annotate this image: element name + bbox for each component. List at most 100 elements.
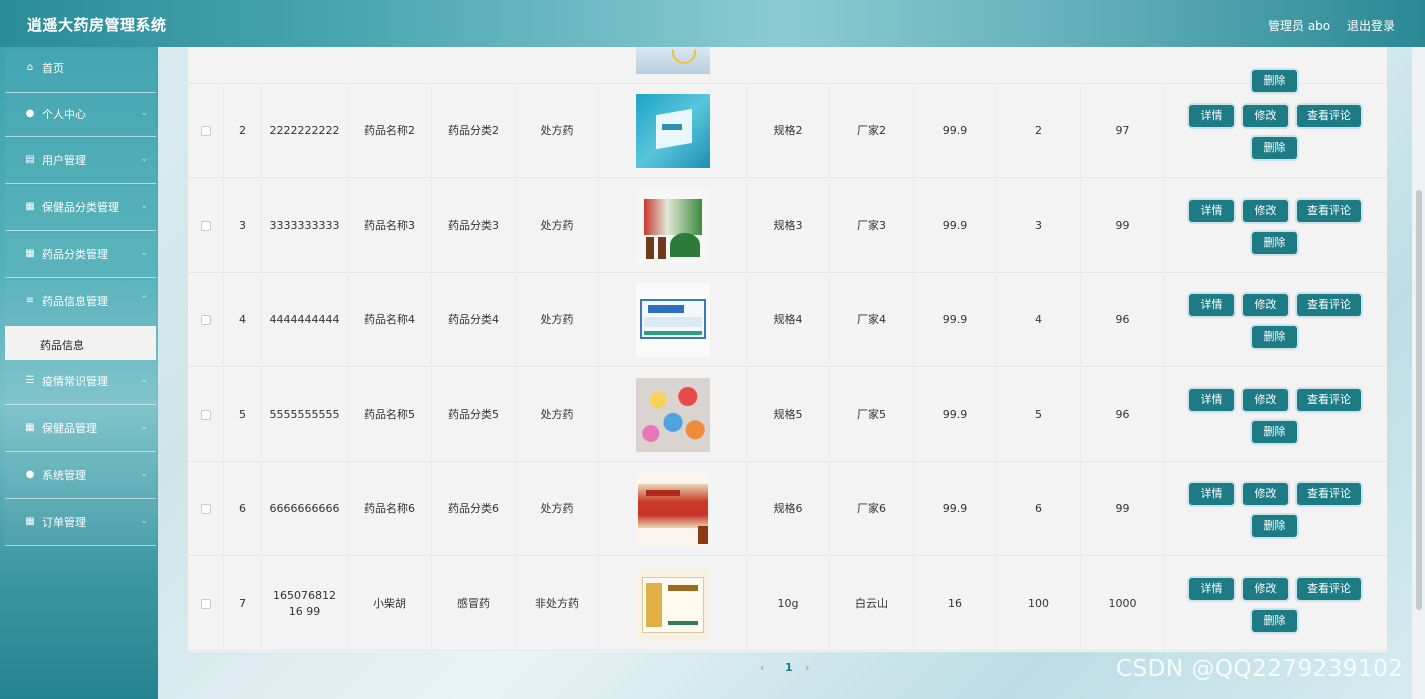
- drug-spec: 规格4: [747, 273, 830, 367]
- sidebar-item-health-products[interactable]: ▦ 保健品管理 ⌄: [5, 407, 156, 452]
- sidebar-subitem-drug-info[interactable]: 药品信息: [5, 326, 156, 360]
- view-comments-button[interactable]: 查看评论: [1297, 483, 1361, 505]
- delete-button[interactable]: 删除: [1252, 232, 1297, 254]
- table-row: 6 6666666666 药品名称6 药品分类6 处方药 规格6 厂家6 99.…: [188, 462, 1387, 556]
- row-index: 3: [224, 179, 262, 273]
- sidebar-item-home[interactable]: ⌂ 首页: [5, 47, 156, 92]
- drug-name: 药品名称5: [348, 368, 432, 462]
- drug-count: 4: [997, 273, 1081, 367]
- scrollbar-thumb[interactable]: [1416, 190, 1422, 610]
- chevron-down-icon: ⌄: [140, 516, 148, 526]
- sidebar-item-label: 个人中心: [42, 108, 86, 121]
- drug-count: 2: [997, 84, 1081, 178]
- sidebar-item-label: 首页: [42, 62, 64, 75]
- table-row: 3 3333333333 药品名称3 药品分类3 处方药 规格3 厂家3 99.…: [188, 179, 1387, 273]
- product-image: [635, 283, 710, 357]
- sidebar-item-label: 保健品分类管理: [42, 201, 119, 214]
- row-index: 2: [224, 84, 262, 178]
- drug-stock: 1000: [1081, 557, 1165, 651]
- grid-icon: ▦: [25, 201, 35, 212]
- edit-button[interactable]: 修改: [1243, 200, 1288, 222]
- delete-button[interactable]: 删除: [1252, 326, 1297, 348]
- edit-button[interactable]: 修改: [1243, 578, 1288, 600]
- page-number[interactable]: 1: [785, 661, 793, 674]
- user-mgmt-icon: ▤: [25, 154, 35, 165]
- row-checkbox-cell: [188, 84, 224, 178]
- logout-link[interactable]: 退出登录: [1347, 17, 1395, 34]
- product-image-cell: [599, 368, 747, 462]
- sidebar-item-profile[interactable]: ● 个人中心 ⌄: [5, 92, 156, 137]
- sidebar-subitem-label: 药品信息: [40, 339, 84, 352]
- drug-maker: 厂家2: [830, 84, 914, 178]
- sidebar-item-label: 药品信息管理: [42, 295, 108, 308]
- delete-button[interactable]: 删除: [1252, 137, 1297, 159]
- table-row: 4 4444444444 药品名称4 药品分类4 处方药 规格4 厂家4 99.…: [188, 273, 1387, 367]
- drug-stock: 99: [1081, 179, 1165, 273]
- drug-maker: 厂家5: [830, 368, 914, 462]
- sidebar-item-health-category[interactable]: ▦ 保健品分类管理 ⌄: [5, 186, 156, 231]
- drug-type: 非处方药: [516, 557, 599, 651]
- delete-button[interactable]: 删除: [1252, 515, 1297, 537]
- sidebar-item-orders[interactable]: ▦ 订单管理 ⌄: [5, 501, 156, 546]
- grid-icon: ▦: [25, 422, 35, 433]
- detail-button[interactable]: 详情: [1189, 578, 1234, 600]
- view-comments-button[interactable]: 查看评论: [1297, 200, 1361, 222]
- row-checkbox-cell: [188, 462, 224, 556]
- edit-button[interactable]: 修改: [1243, 389, 1288, 411]
- drug-name: 药品名称6: [348, 462, 432, 556]
- table-row: 5 5555555555 药品名称5 药品分类5 处方药 规格5 厂家5 99.…: [188, 368, 1387, 462]
- edit-button[interactable]: 修改: [1243, 294, 1288, 316]
- table-row: 7 16507681216 99 小柴胡 感冒药 非处方药 10g 白云山 16…: [188, 557, 1387, 651]
- drug-code: 2222222222: [262, 84, 348, 178]
- view-comments-button[interactable]: 查看评论: [1297, 578, 1361, 600]
- edit-button[interactable]: 修改: [1243, 483, 1288, 505]
- row-index: 7: [224, 557, 262, 651]
- view-comments-button[interactable]: 查看评论: [1297, 389, 1361, 411]
- detail-button[interactable]: 详情: [1189, 105, 1234, 127]
- drug-spec: 规格2: [747, 84, 830, 178]
- chevron-down-icon: ⌄: [140, 201, 148, 211]
- drug-maker: 厂家6: [830, 462, 914, 556]
- drug-count: 100: [997, 557, 1081, 651]
- prev-page-button[interactable]: ‹: [760, 661, 764, 674]
- drug-type: 处方药: [516, 84, 599, 178]
- sidebar-item-system[interactable]: ● 系统管理 ⌄: [5, 454, 156, 499]
- drug-code: 4444444444: [262, 273, 348, 367]
- row-checkbox[interactable]: [200, 221, 211, 231]
- sidebar-item-drug-info[interactable]: ≡ 药品信息管理 ⌃: [5, 280, 156, 325]
- drug-stock: 96: [1081, 368, 1165, 462]
- detail-button[interactable]: 详情: [1189, 389, 1234, 411]
- detail-button[interactable]: 详情: [1189, 294, 1234, 316]
- row-checkbox[interactable]: [200, 126, 211, 136]
- drug-price: 99.9: [914, 179, 997, 273]
- chevron-down-icon: ⌄: [140, 154, 148, 164]
- detail-button[interactable]: 详情: [1189, 483, 1234, 505]
- drug-code: 16507681216 99: [262, 557, 348, 651]
- drug-name: 小柴胡: [348, 557, 432, 651]
- product-image: [635, 378, 710, 452]
- row-checkbox[interactable]: [200, 599, 211, 609]
- sidebar-item-users[interactable]: ▤ 用户管理 ⌄: [5, 139, 156, 184]
- sidebar-item-drug-category[interactable]: ▦ 药品分类管理 ⌄: [5, 233, 156, 278]
- drug-maker: 厂家4: [830, 273, 914, 367]
- watermark: CSDN @QQ2279239102: [1116, 656, 1404, 682]
- row-checkbox-cell: [188, 557, 224, 651]
- sidebar-item-label: 用户管理: [42, 154, 86, 167]
- next-page-button[interactable]: ›: [805, 661, 809, 674]
- product-image-cell: [599, 557, 747, 651]
- view-comments-button[interactable]: 查看评论: [1297, 294, 1361, 316]
- row-checkbox[interactable]: [200, 504, 211, 514]
- view-comments-button[interactable]: 查看评论: [1297, 105, 1361, 127]
- sidebar-item-label: 保健品管理: [42, 422, 97, 435]
- table-row: 2 2222222222 药品名称2 药品分类2 处方药 规格2 厂家2 99.…: [188, 84, 1387, 178]
- edit-button[interactable]: 修改: [1243, 105, 1288, 127]
- chevron-down-icon: ⌄: [140, 108, 148, 118]
- delete-button[interactable]: 删除: [1252, 610, 1297, 632]
- drug-category: 药品分类6: [432, 462, 516, 556]
- sidebar-item-epidemic[interactable]: ☰ 疫情常识管理 ⌄: [5, 360, 156, 405]
- drug-type: 处方药: [516, 462, 599, 556]
- row-checkbox[interactable]: [200, 410, 211, 420]
- delete-button[interactable]: 删除: [1252, 421, 1297, 443]
- row-checkbox[interactable]: [200, 315, 211, 325]
- detail-button[interactable]: 详情: [1189, 200, 1234, 222]
